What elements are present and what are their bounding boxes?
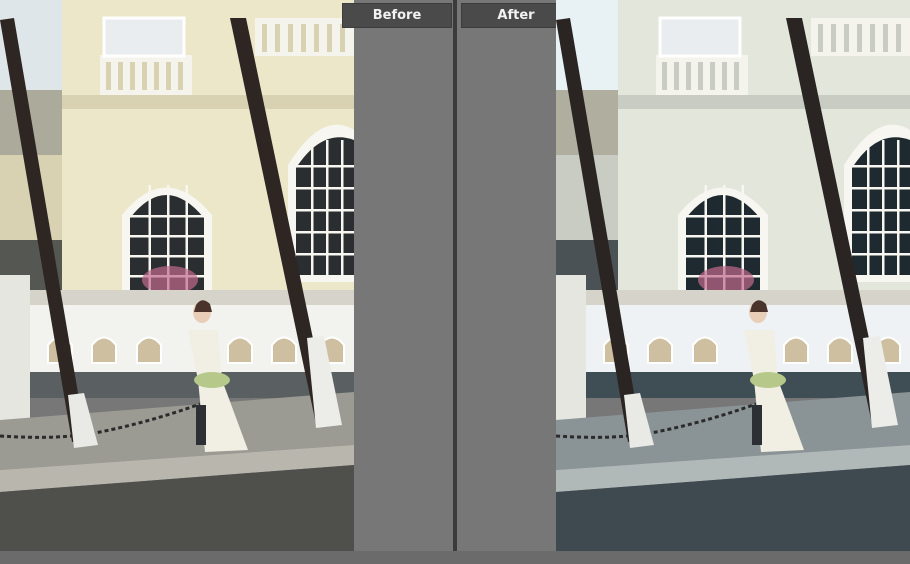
before-baluster-left-5 (166, 62, 171, 90)
after-baluster-right-4 (870, 24, 875, 52)
before-niche-3 (227, 336, 253, 364)
before-after-compare-view: Before After (0, 0, 910, 564)
before-bouquet (194, 372, 230, 388)
after-baluster-left-3 (698, 62, 703, 90)
after-gate-pillar (556, 275, 586, 425)
before-baluster-right-3 (301, 24, 306, 52)
before-baluster-left-6 (178, 62, 183, 90)
before-baluster-right-2 (288, 24, 293, 52)
before-photo-image (0, 0, 354, 551)
before-top-window (102, 16, 186, 58)
before-transom-c-1 (130, 235, 204, 238)
before-wall-base-band (0, 372, 354, 398)
before-transom-c-0 (130, 215, 204, 218)
after-transom-c-1 (686, 235, 760, 238)
before-baluster-left-1 (118, 62, 123, 90)
after-photo-image (556, 0, 910, 551)
before-niche-1 (91, 336, 117, 364)
before-niche-2 (136, 336, 162, 364)
after-label: After (461, 3, 571, 28)
after-top-window (658, 16, 742, 58)
before-transom-r-0 (296, 165, 354, 168)
before-baluster-right-4 (314, 24, 319, 52)
bottom-strip (0, 551, 910, 564)
after-baluster-left-4 (710, 62, 715, 90)
after-baluster-left-1 (674, 62, 679, 90)
before-baluster-right-6 (340, 24, 345, 52)
before-pane: Before (0, 0, 453, 564)
after-baluster-right-2 (844, 24, 849, 52)
before-bride-shadow-legs (196, 405, 206, 445)
after-baluster-right-3 (857, 24, 862, 52)
before-baluster-left-2 (130, 62, 135, 90)
before-baluster-right-0 (262, 24, 267, 52)
before-transom-c-2 (130, 255, 204, 258)
after-transom-r-1 (852, 187, 910, 190)
before-gate-pillar (0, 275, 30, 425)
before-cornice (62, 95, 354, 109)
after-transom-c-0 (686, 215, 760, 218)
after-baluster-left-6 (734, 62, 739, 90)
after-transom-c-2 (686, 255, 760, 258)
after-bouquet (750, 372, 786, 388)
after-baluster-right-5 (883, 24, 888, 52)
after-baluster-right-0 (818, 24, 823, 52)
after-photo[interactable] (556, 0, 910, 551)
before-baluster-left-0 (106, 62, 111, 90)
before-transom-r-2 (296, 209, 354, 212)
before-flowers (142, 266, 198, 294)
after-transom-r-0 (852, 165, 910, 168)
before-baluster-right-1 (275, 24, 280, 52)
before-transom-r-3 (296, 231, 354, 234)
after-bride-shadow-legs (752, 405, 762, 445)
before-transom-r-1 (296, 187, 354, 190)
after-baluster-right-1 (831, 24, 836, 52)
before-photo[interactable] (0, 0, 354, 551)
before-baluster-left-4 (154, 62, 159, 90)
after-niche-2 (692, 336, 718, 364)
after-pane: After (457, 0, 910, 564)
after-niche-4 (827, 336, 853, 364)
after-baluster-right-6 (896, 24, 901, 52)
after-wall-base-band (556, 372, 910, 398)
before-label: Before (342, 3, 452, 28)
after-transom-r-4 (852, 253, 910, 256)
after-baluster-left-2 (686, 62, 691, 90)
after-niche-1 (647, 336, 673, 364)
after-baluster-left-5 (722, 62, 727, 90)
after-niche-3 (783, 336, 809, 364)
after-baluster-left-0 (662, 62, 667, 90)
before-baluster-left-3 (142, 62, 147, 90)
after-cornice (618, 95, 910, 109)
before-transom-r-4 (296, 253, 354, 256)
before-baluster-right-5 (327, 24, 332, 52)
before-niche-4 (271, 336, 297, 364)
after-transom-r-2 (852, 209, 910, 212)
after-flowers (698, 266, 754, 294)
after-transom-r-3 (852, 231, 910, 234)
